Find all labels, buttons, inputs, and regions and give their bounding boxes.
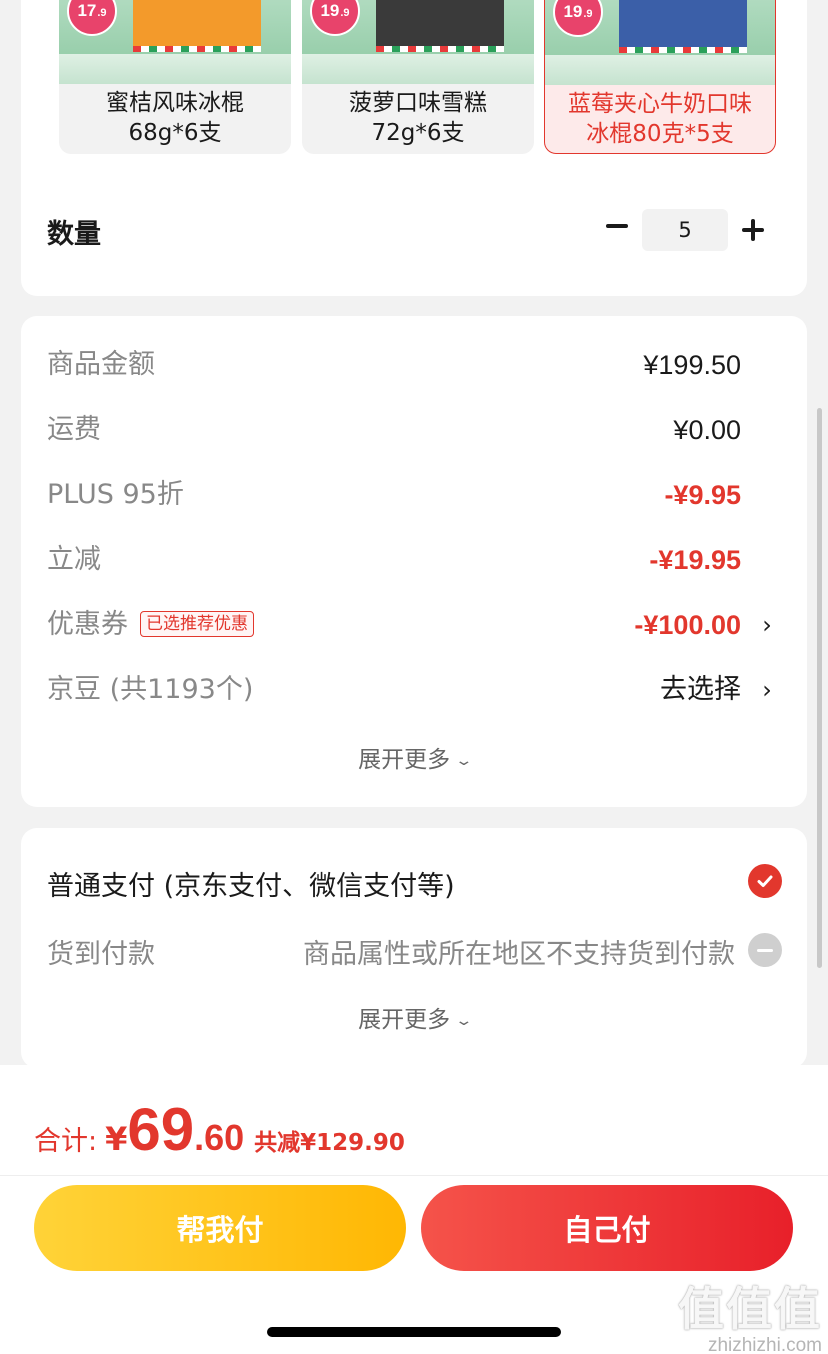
help-me-pay-button[interactable]: 帮我付 (34, 1185, 406, 1271)
watermark: 值值值 zhizhizhi.com (678, 1273, 822, 1354)
expand-more-label: 展开更多 (358, 1007, 451, 1033)
total-integer: 69 (127, 1096, 195, 1163)
total-saved: 共减¥129.90 (254, 1130, 405, 1156)
expand-more-button[interactable]: 展开更多 ⌄ (21, 740, 807, 774)
variant-label: 菠萝口味雪糕 72g*6支 (349, 90, 487, 146)
product-box-image (619, 0, 747, 53)
instant-discount-label: 立减 (47, 544, 101, 575)
variant-option-pineapple-icecream[interactable]: 19.9 菠萝口味雪糕 72g*6支 (302, 0, 534, 154)
chevron-right-icon[interactable]: › (757, 670, 777, 710)
payment-method-card: 普通支付 (京东支付、微信支付等) 货到付款 商品属性或所在地区不支持货到付款 … (21, 828, 807, 1068)
total-decimal: .60 (194, 1117, 245, 1158)
quantity-label: 数量 (47, 219, 101, 250)
shipping-value: ¥0.00 (673, 415, 741, 445)
checkout-footer: 合计: ¥69.60 共减¥129.90 帮我付 自己付 值值值 zhizhizhi… (0, 1065, 828, 1354)
price-badge: 17.9 (67, 0, 117, 36)
quantity-input[interactable]: 5 (642, 209, 728, 251)
chevron-down-icon: ⌄ (454, 1013, 474, 1029)
shipping-label: 运费 (47, 414, 101, 445)
coupon-recommended-tag: 已选推荐优惠 (140, 611, 254, 637)
chevron-right-icon[interactable]: › (757, 605, 777, 645)
quantity-increase-button[interactable] (735, 212, 771, 248)
coupon-label: 优惠券 (47, 609, 128, 640)
product-box-image (133, 0, 261, 52)
watermark-logo: 值值值 (678, 1282, 822, 1336)
variant-label: 蜜桔风味冰棍 68g*6支 (106, 90, 244, 146)
goods-amount-row: 商品金额 ¥199.50 (47, 345, 781, 385)
price-badge: 19.9 (310, 0, 360, 36)
pay-myself-button[interactable]: 自己付 (421, 1185, 793, 1271)
quantity-decrease-button[interactable] (599, 208, 635, 244)
shipping-row: 运费 ¥0.00 (47, 410, 781, 450)
plus-discount-row: PLUS 95折 -¥9.95 (47, 475, 781, 515)
goods-amount-value: ¥199.50 (643, 350, 741, 380)
coupon-value: -¥100.00 (634, 610, 741, 640)
instant-discount-row: 立减 -¥19.95 (47, 540, 781, 580)
expand-more-label: 展开更多 (358, 747, 451, 773)
minus-circle-icon (748, 933, 782, 967)
cod-unavailable-note: 商品属性或所在地区不支持货到付款 (303, 939, 735, 970)
variant-label: 蓝莓夹心牛奶口味 冰棍80克*5支 (568, 91, 752, 147)
plus-discount-label: PLUS 95折 (47, 479, 184, 510)
checkmark-circle-icon[interactable] (748, 864, 782, 898)
variant-option-blueberry-popsicle[interactable]: 19.9 蓝莓夹心牛奶口味 冰棍80克*5支 (544, 0, 776, 154)
variant-thumbnail: 19.9 (302, 0, 534, 84)
total-currency: ¥ (105, 1120, 128, 1158)
total-summary: 合计: ¥69.60 共减¥129.90 (34, 1095, 405, 1163)
jd-beans-select[interactable]: 去选择 (660, 670, 741, 710)
divider (0, 1175, 828, 1176)
product-box-image (376, 0, 504, 52)
scrollbar[interactable] (817, 408, 822, 968)
jd-beans-label: 京豆 (共1193个) (47, 674, 254, 705)
expand-more-payment-button[interactable]: 展开更多 ⌄ (21, 1000, 807, 1034)
home-indicator[interactable] (267, 1327, 561, 1337)
jd-beans-row[interactable]: 京豆 (共1193个) 去选择 › (47, 670, 781, 710)
instant-discount-value: -¥19.95 (649, 545, 741, 575)
normal-payment-option[interactable]: 普通支付 (京东支付、微信支付等) (47, 864, 455, 903)
variant-thumbnail: 17.9 (59, 0, 291, 84)
plus-discount-value: -¥9.95 (664, 480, 741, 510)
price-badge: 19.9 (553, 0, 603, 37)
variant-option-orange-popsicle[interactable]: 17.9 蜜桔风味冰棍 68g*6支 (59, 0, 291, 154)
goods-amount-label: 商品金额 (47, 349, 155, 380)
chevron-down-icon: ⌄ (454, 753, 474, 769)
total-label: 合计: (34, 1126, 98, 1157)
cod-payment-option: 货到付款 (47, 939, 155, 970)
coupon-row[interactable]: 优惠券 已选推荐优惠 -¥100.00 › (47, 605, 781, 645)
product-options-card: 17.9 蜜桔风味冰棍 68g*6支 19.9 菠萝口味雪糕 72g*6支 19… (21, 0, 807, 296)
price-breakdown-card: 商品金额 ¥199.50 运费 ¥0.00 PLUS 95折 -¥9.95 立减… (21, 316, 807, 807)
variant-thumbnail: 19.9 (545, 0, 775, 85)
